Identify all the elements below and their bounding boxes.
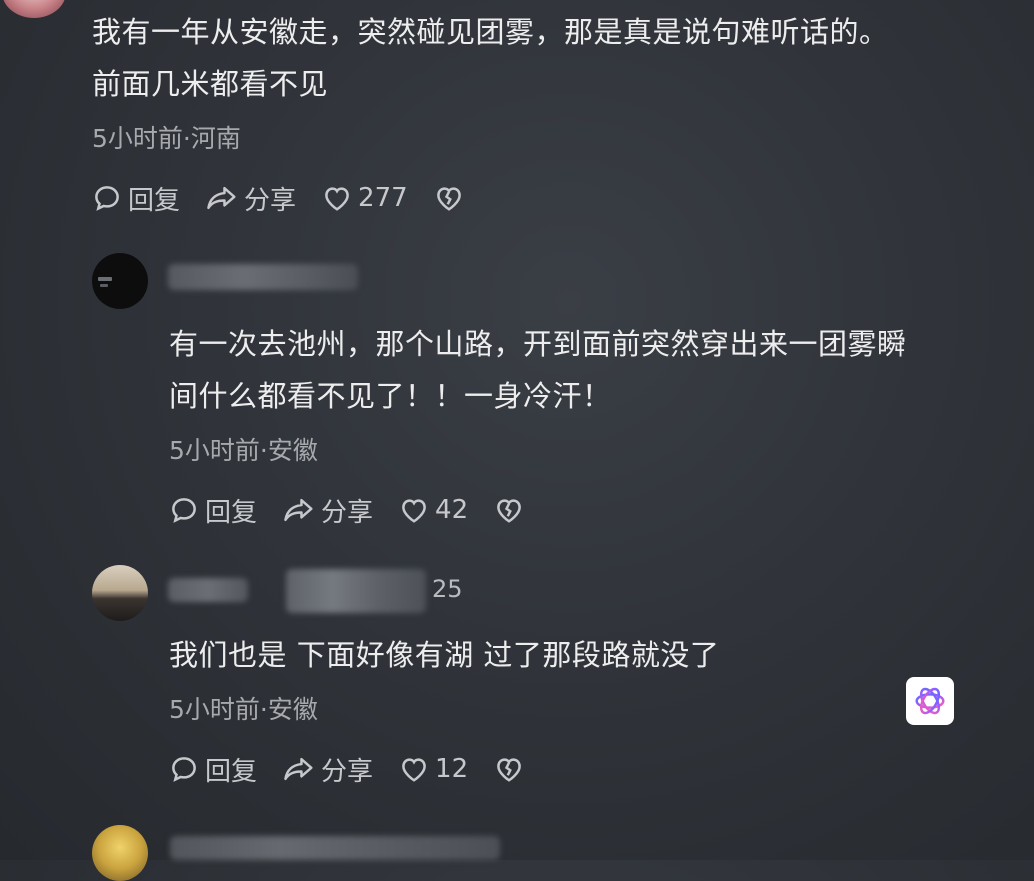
like-count: 277 [358, 183, 408, 213]
share-button[interactable]: 分享 [206, 180, 296, 217]
dislike-button[interactable] [494, 496, 530, 524]
share-label: 分享 [321, 756, 374, 787]
avatar[interactable] [2, 0, 66, 18]
username-redacted[interactable] [170, 836, 500, 860]
comment-actions: 回复 分享 42 [169, 490, 530, 530]
comment-meta: 5小时前·安徽 [169, 695, 318, 724]
reply-button[interactable]: 回复 [169, 492, 257, 529]
username-redacted[interactable] [286, 569, 426, 613]
share-arrow-icon [207, 186, 236, 210]
reply-label: 回复 [205, 497, 258, 528]
heart-icon [325, 187, 349, 211]
reply-button[interactable]: 回复 [169, 751, 257, 788]
username-redacted[interactable] [168, 264, 358, 290]
avatar[interactable] [92, 565, 148, 621]
comment-text: 我有一年从安徽走，突然碰见团雾，那是真是说句难听话的。 [92, 15, 889, 49]
comment-actions: 回复 分享 277 [92, 178, 470, 218]
comment-bubble-icon [172, 498, 196, 523]
ai-assistant-button[interactable] [906, 677, 954, 725]
comment-bubble-icon [95, 186, 119, 211]
reply-label: 回复 [128, 185, 181, 216]
comment-bubble-icon [172, 757, 196, 782]
broken-heart-icon [497, 499, 522, 523]
reply-label: 回复 [205, 756, 258, 787]
share-button[interactable]: 分享 [283, 492, 373, 529]
share-button[interactable]: 分享 [283, 751, 373, 788]
username-redacted[interactable] [168, 578, 248, 602]
comment-meta: 5小时前·河南 [92, 124, 241, 153]
reply-button[interactable]: 回复 [92, 180, 180, 217]
comment-text: 有一次去池州，那个山路，开到面前突然穿出来一团雾瞬 [169, 327, 907, 361]
heart-icon [402, 758, 426, 782]
heart-icon [402, 499, 426, 523]
comment-text: 间什么都看不见了！！一身冷汗！ [169, 379, 612, 413]
dislike-button[interactable] [434, 184, 470, 212]
avatar[interactable] [92, 253, 148, 309]
share-label: 分享 [321, 497, 374, 528]
dislike-button[interactable] [494, 755, 530, 783]
broken-heart-icon [497, 758, 522, 782]
broken-heart-icon [436, 187, 461, 211]
like-button[interactable]: 277 [322, 183, 408, 213]
like-button[interactable]: 42 [399, 495, 468, 525]
comment-meta: 5小时前·安徽 [169, 436, 318, 465]
share-arrow-icon [284, 498, 313, 522]
comment-text: 我们也是 下面好像有湖 过了那段路就没了 [169, 638, 720, 672]
like-count: 42 [435, 495, 469, 525]
share-arrow-icon [284, 757, 313, 781]
comment-text: 前面几米都看不见 [92, 67, 329, 101]
like-count: 12 [435, 754, 469, 784]
avatar[interactable] [92, 825, 148, 881]
share-label: 分享 [244, 185, 297, 216]
username-partial[interactable]: 25 [432, 575, 463, 603]
like-button[interactable]: 12 [399, 754, 468, 784]
ai-assistant-icon [915, 687, 945, 715]
comment-actions: 回复 分享 12 [169, 749, 530, 789]
